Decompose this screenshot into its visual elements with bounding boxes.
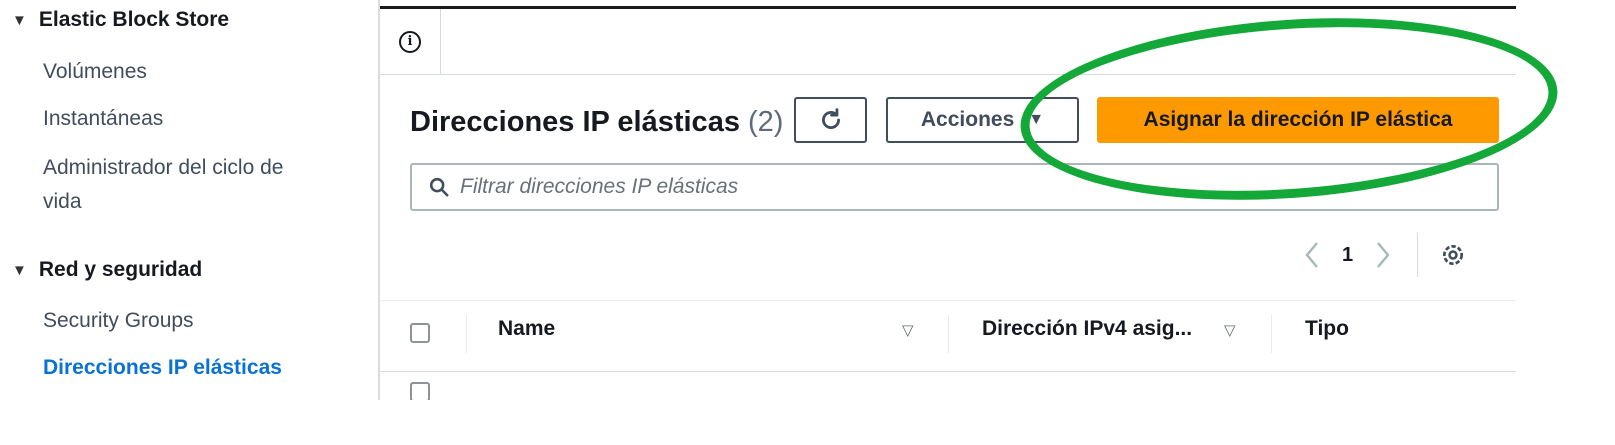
sidebar-item-snapshots[interactable]: Instantáneas: [43, 102, 163, 136]
chevron-right-icon[interactable]: [1375, 241, 1391, 269]
column-header-type[interactable]: Tipo: [1305, 317, 1349, 341]
column-header-name[interactable]: Name: [498, 317, 555, 341]
item-count: (2): [748, 106, 784, 138]
sort-icon[interactable]: ▽: [902, 321, 914, 339]
pagination: 1: [1304, 233, 1466, 277]
caret-down-icon: ▼: [1028, 111, 1045, 128]
sidebar-item-security-groups[interactable]: Security Groups: [43, 304, 194, 338]
select-all-checkbox[interactable]: [410, 323, 430, 343]
refresh-icon: [821, 108, 840, 129]
sidebar-item-volumes[interactable]: Volúmenes: [43, 55, 147, 89]
column-header-ipv4[interactable]: Dirección IPv4 asig...: [982, 317, 1192, 341]
triangle-down-icon: ▼: [12, 11, 27, 29]
page-title: Direcciones IP elásticas (2): [410, 106, 783, 139]
info-button[interactable]: i: [380, 9, 441, 74]
main-content: i Direcciones IP elásticas (2) Acciones …: [380, 9, 1516, 400]
info-icon: i: [399, 30, 421, 53]
pagination-divider: [1417, 233, 1419, 277]
column-divider: [1271, 315, 1272, 353]
page-number[interactable]: 1: [1342, 244, 1353, 267]
app-frame: ▼ Elastic Block Store Volúmenes Instantá…: [0, 0, 1563, 400]
sidebar-item-label: Administrador del ciclo de: [43, 156, 284, 179]
row-checkbox[interactable]: [410, 382, 430, 400]
actions-label: Acciones: [920, 108, 1015, 131]
settings-icon[interactable]: [1440, 242, 1466, 268]
actions-dropdown[interactable]: Acciones ▼: [886, 97, 1079, 143]
search-input[interactable]: Filtrar direcciones IP elásticas: [460, 175, 738, 199]
filter-search[interactable]: Filtrar direcciones IP elásticas: [410, 163, 1499, 211]
sidebar-item-label: vida: [43, 190, 82, 213]
sidebar-section-network[interactable]: ▼ Red y seguridad: [12, 258, 202, 282]
triangle-down-icon: ▼: [12, 261, 27, 279]
column-divider: [466, 315, 467, 353]
sidebar-item-elastic-ips[interactable]: Direcciones IP elásticas: [43, 351, 282, 385]
sidebar-section-title: Elastic Block Store: [38, 8, 230, 31]
table-header: Name ▽ Dirección IPv4 asig... ▽ Tipo: [380, 300, 1516, 372]
sidebar: ▼ Elastic Block Store Volúmenes Instantá…: [0, 0, 378, 400]
allocate-elastic-ip-button[interactable]: Asignar la dirección IP elástica: [1097, 97, 1499, 143]
sidebar-item-lifecycle-manager[interactable]: Administrador del ciclo de vida: [43, 151, 283, 219]
table-row[interactable]: [380, 371, 1516, 400]
search-icon: [429, 177, 449, 197]
column-divider: [948, 315, 949, 353]
sidebar-section-title: Red y seguridad: [38, 258, 203, 281]
info-bar: i: [380, 9, 1516, 75]
sidebar-section-ebs[interactable]: ▼ Elastic Block Store: [12, 8, 229, 32]
allocate-label: Asignar la dirección IP elástica: [1143, 108, 1453, 131]
refresh-button[interactable]: [794, 97, 867, 143]
chevron-left-icon[interactable]: [1304, 241, 1320, 269]
sort-icon[interactable]: ▽: [1224, 321, 1236, 339]
page-title-text: Direcciones IP elásticas: [410, 106, 740, 138]
